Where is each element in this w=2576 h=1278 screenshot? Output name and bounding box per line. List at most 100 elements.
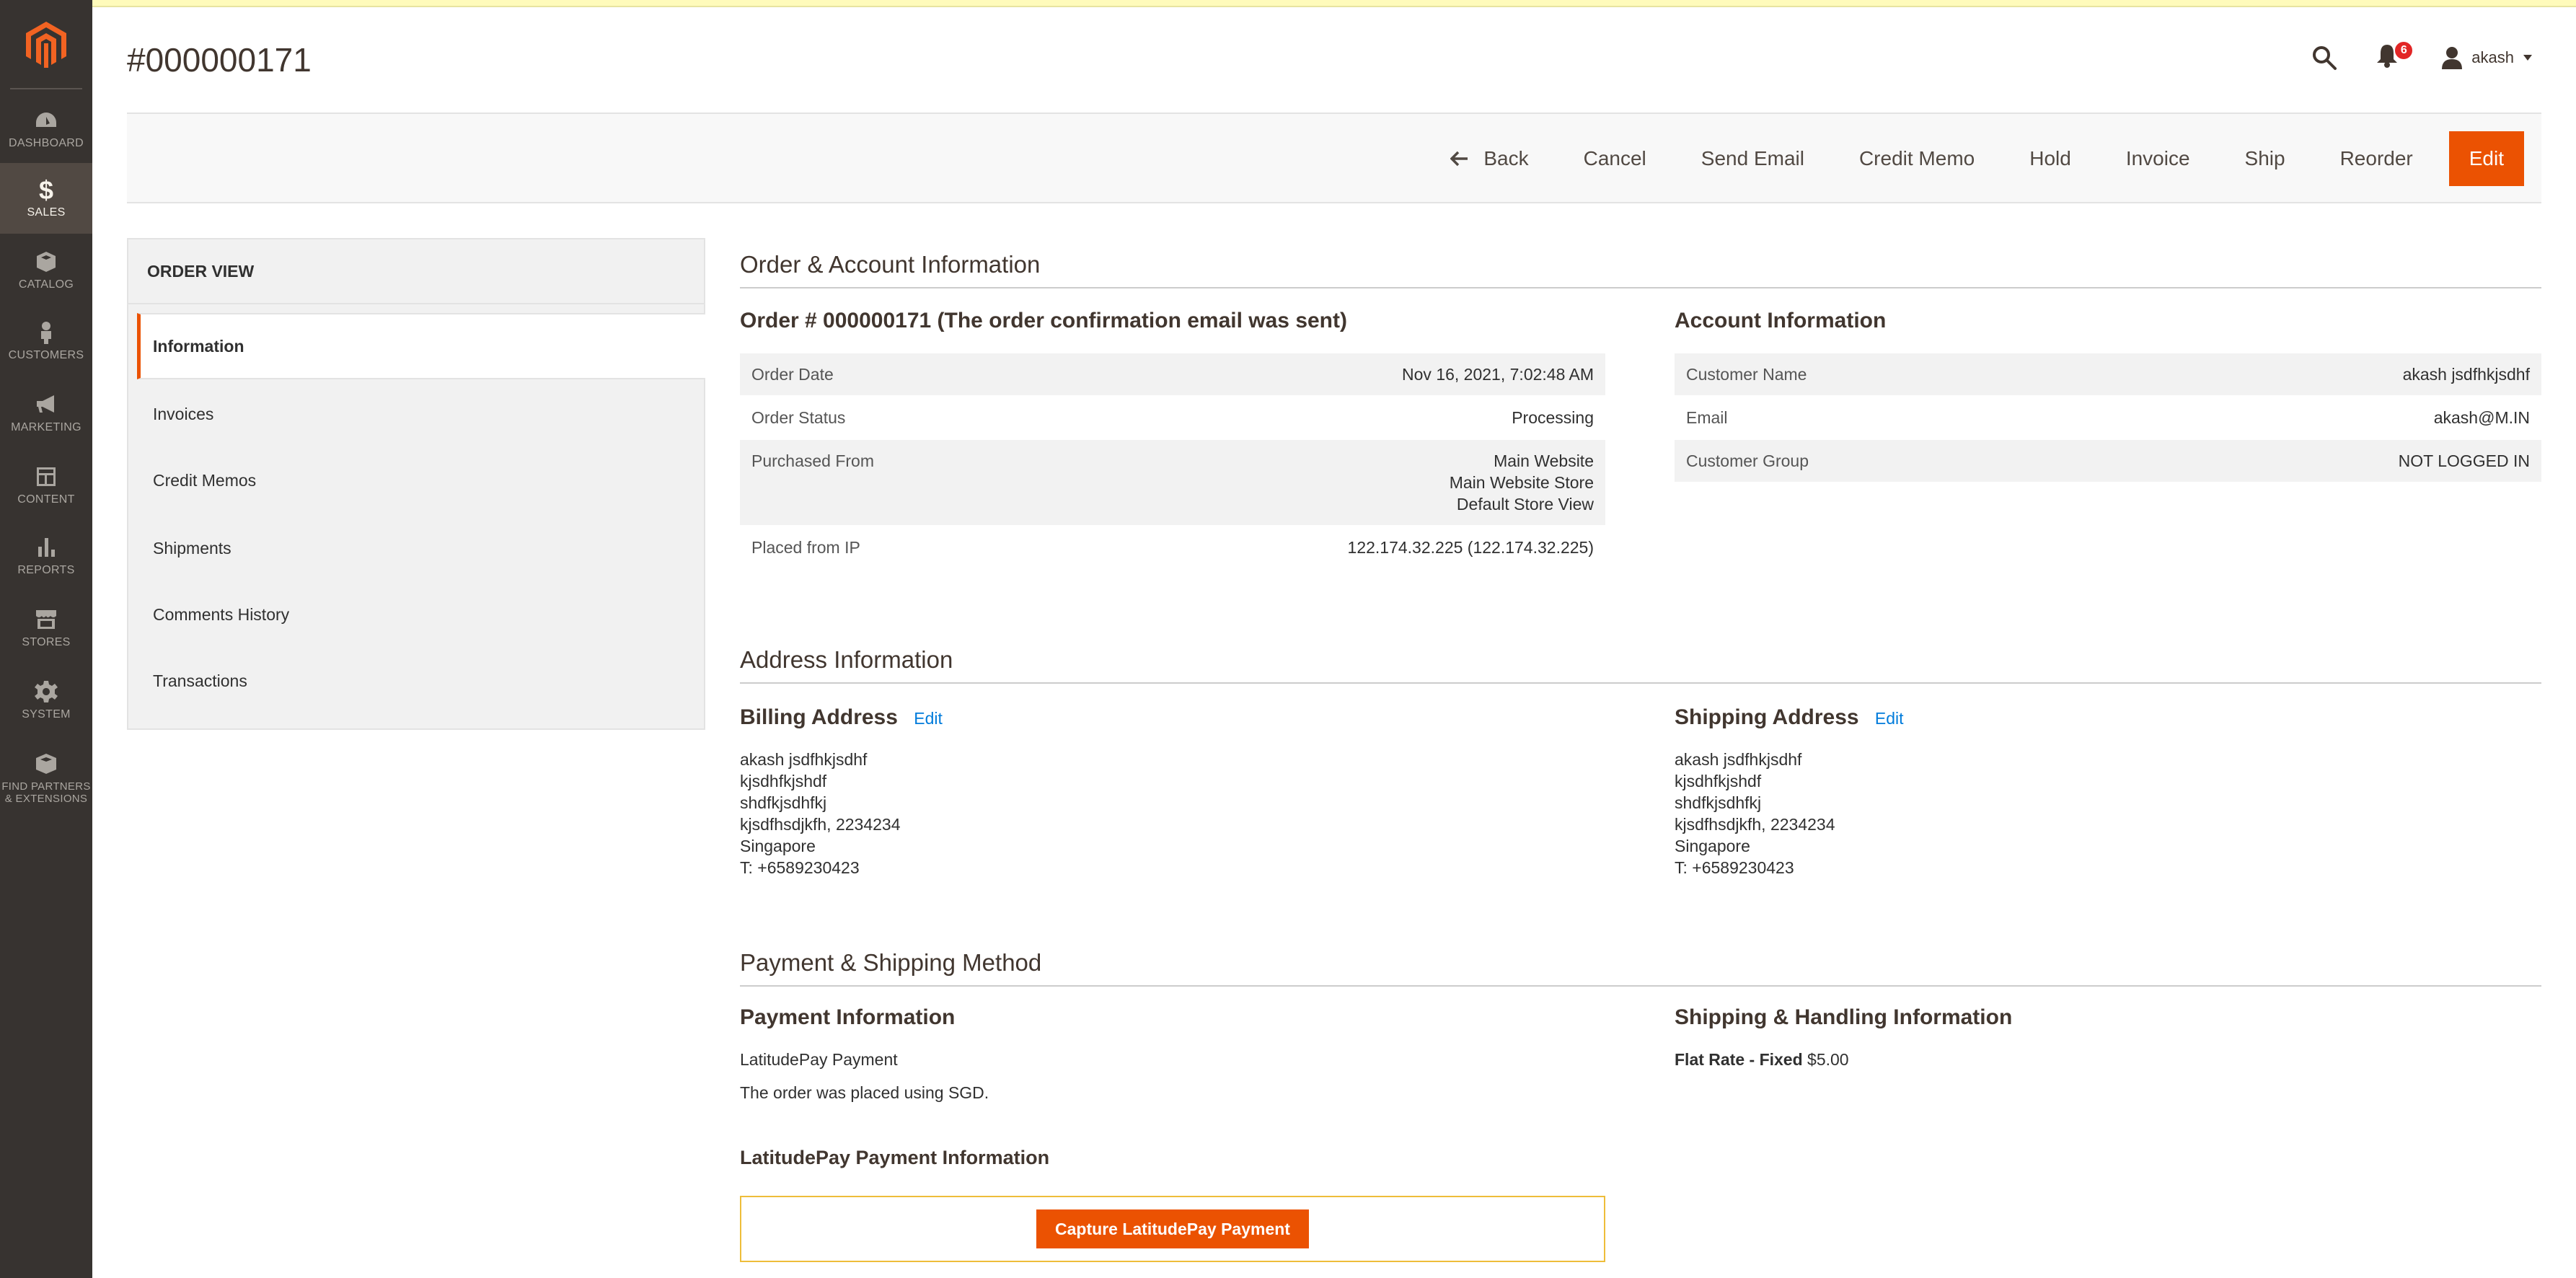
row-label: Customer Name xyxy=(1675,353,2096,396)
menu-label: STORES xyxy=(22,636,71,648)
payment-method: LatitudePay Payment xyxy=(740,1050,898,1069)
tab-comments-history[interactable]: Comments History xyxy=(137,581,705,648)
payment-info-title: Payment Information xyxy=(740,1005,956,1029)
order-status-value: Processing xyxy=(1512,408,1594,427)
box-icon xyxy=(37,252,56,272)
tabs-title: ORDER VIEW xyxy=(128,239,704,304)
menu-item-reports[interactable]: REPORTS xyxy=(0,521,92,591)
credit-memo-button[interactable]: Credit Memo xyxy=(1832,131,2002,186)
page-title: #000000171 xyxy=(127,41,312,79)
page-actions-bar: Back Cancel Send Email Credit Memo Hold … xyxy=(127,113,2541,203)
tab-shipments[interactable]: Shipments xyxy=(137,515,705,581)
layout-icon xyxy=(37,467,56,486)
email-link[interactable]: akash@M.IN xyxy=(2095,396,2541,439)
back-button[interactable]: Back xyxy=(1423,131,1556,186)
shipping-address-title: Shipping Address Edit xyxy=(1675,705,1904,730)
address-line: T: +6589230423 xyxy=(740,858,860,877)
shipping-handling-title: Shipping & Handling Information xyxy=(1675,1005,2013,1029)
menu-label: CUSTOMERS xyxy=(8,349,84,361)
latitudepay-info-title: LatitudePay Payment Information xyxy=(740,1147,1050,1168)
row-label: Purchased From xyxy=(740,439,1044,526)
bar-chart-icon xyxy=(38,538,55,557)
dollar-icon: $ xyxy=(39,177,53,202)
header-actions: 6 akash xyxy=(2311,40,2533,75)
reorder-button[interactable]: Reorder xyxy=(2313,131,2440,186)
tab-invoices[interactable]: Invoices xyxy=(137,381,705,447)
send-email-button[interactable]: Send Email xyxy=(1674,131,1832,186)
customer-group-value: NOT LOGGED IN xyxy=(2095,439,2541,482)
address-line: akash jsdfhkjsdhf xyxy=(1675,750,1802,769)
menu-item-sales[interactable]: $ SALES xyxy=(0,163,92,234)
billing-address-label: Billing Address xyxy=(740,705,898,729)
tab-credit-memos[interactable]: Credit Memos xyxy=(137,447,705,514)
user-name: akash xyxy=(2471,48,2514,66)
menu-label: DASHBOARD xyxy=(8,137,84,149)
person-icon xyxy=(41,322,51,344)
billing-address: akash jsdfhkjsdhf kjsdhfkjshdf shdfkjsdh… xyxy=(740,749,901,878)
gear-icon xyxy=(35,681,58,702)
table-row: Purchased From Main Website Main Website… xyxy=(740,439,1605,526)
extensions-box-icon xyxy=(36,754,56,774)
edit-billing-link[interactable]: Edit xyxy=(914,709,943,728)
invoice-button[interactable]: Invoice xyxy=(2099,131,2218,186)
menu-item-system[interactable]: SYSTEM xyxy=(0,665,92,736)
account-info-table: Customer Name akash jsdfhkjsdhf Email ak… xyxy=(1675,353,2541,483)
edit-shipping-link[interactable]: Edit xyxy=(1875,709,1904,728)
row-label: Customer Group xyxy=(1675,439,2096,482)
admin-menu: DASHBOARD $ SALES CATALOG CUSTOMERS MARK… xyxy=(0,0,92,1278)
address-line: Singapore xyxy=(740,837,816,855)
menu-item-stores[interactable]: STORES xyxy=(0,593,92,664)
edit-button[interactable]: Edit xyxy=(2448,131,2524,186)
search-icon[interactable] xyxy=(2311,45,2337,71)
capture-latitudepay-button[interactable]: Capture LatitudePay Payment xyxy=(1036,1209,1309,1248)
shipping-method: Flat Rate - Fixed $5.00 xyxy=(1675,1050,1849,1070)
customer-name-link[interactable]: akash jsdfhkjsdhf xyxy=(2095,353,2541,396)
table-row: Customer Group NOT LOGGED IN xyxy=(1675,439,2541,482)
cancel-button[interactable]: Cancel xyxy=(1556,131,1674,186)
page-actions: Back Cancel Send Email Credit Memo Hold … xyxy=(1423,131,2524,186)
table-row: Order Date Nov 16, 2021, 7:02:48 AM xyxy=(740,353,1605,396)
logo-divider xyxy=(10,88,82,89)
notification-count-badge: 6 xyxy=(2394,40,2414,61)
magento-logo[interactable] xyxy=(0,0,92,89)
order-date-value: Nov 16, 2021, 7:02:48 AM xyxy=(1044,353,1605,396)
shipping-method-name: Flat Rate - Fixed xyxy=(1675,1050,1803,1069)
menu-label: CONTENT xyxy=(17,493,75,506)
row-label: Email xyxy=(1686,408,1728,427)
shipping-address: akash jsdfhkjsdhf kjsdhfkjshdf shdfkjsdh… xyxy=(1675,749,1835,878)
menu-item-dashboard[interactable]: DASHBOARD xyxy=(0,94,92,164)
menu-label: SYSTEM xyxy=(22,708,71,720)
tab-transactions[interactable]: Transactions xyxy=(137,648,705,714)
storefront-icon xyxy=(36,610,56,629)
purchased-from-line: Default Store View xyxy=(1456,495,1594,514)
address-line: kjsdfhsdjkfh, 2234234 xyxy=(1675,815,1835,834)
menu-item-partners[interactable]: FIND PARTNERS & EXTENSIONS xyxy=(0,737,92,819)
ship-button[interactable]: Ship xyxy=(2218,131,2313,186)
table-row: Email akash@M.IN xyxy=(1675,396,2541,439)
menu-item-marketing[interactable]: MARKETING xyxy=(0,378,92,449)
menu-item-customers[interactable]: CUSTOMERS xyxy=(0,306,92,376)
chevron-down-icon xyxy=(2523,55,2532,61)
placed-from-ip-value: 122.174.32.225 (122.174.32.225) xyxy=(1347,538,1594,557)
menu-label: SALES xyxy=(27,206,66,219)
account-info-title: Account Information xyxy=(1675,309,1887,332)
menu-item-content[interactable]: CONTENT xyxy=(0,450,92,521)
tab-information[interactable]: Information xyxy=(137,313,705,379)
purchased-from-line: Main Website xyxy=(1494,451,1594,470)
order-view-tabs: ORDER VIEW Information Invoices Credit M… xyxy=(127,238,705,730)
user-menu[interactable]: akash xyxy=(2441,46,2533,69)
address-line: kjsdfhsdjkfh, 2234234 xyxy=(740,815,901,834)
hold-button[interactable]: Hold xyxy=(2002,131,2099,186)
back-label: Back xyxy=(1483,147,1529,169)
row-label: Order Status xyxy=(751,408,846,427)
payment-shipping-section-title: Payment & Shipping Method xyxy=(740,949,2541,987)
payment-currency-note: The order was placed using SGD. xyxy=(740,1083,989,1102)
menu-item-catalog[interactable]: CATALOG xyxy=(0,235,92,306)
address-line: T: +6589230423 xyxy=(1675,858,1794,877)
address-line: shdfkjsdhfkj xyxy=(1675,793,1762,812)
purchased-from-line: Main Website Store xyxy=(1449,473,1594,492)
order-info-table: Order Date Nov 16, 2021, 7:02:48 AM Orde… xyxy=(740,353,1605,570)
menu-label: CATALOG xyxy=(18,278,74,291)
notifications-button[interactable]: 6 xyxy=(2376,40,2414,72)
order-account-section-title: Order & Account Information xyxy=(740,251,2541,288)
